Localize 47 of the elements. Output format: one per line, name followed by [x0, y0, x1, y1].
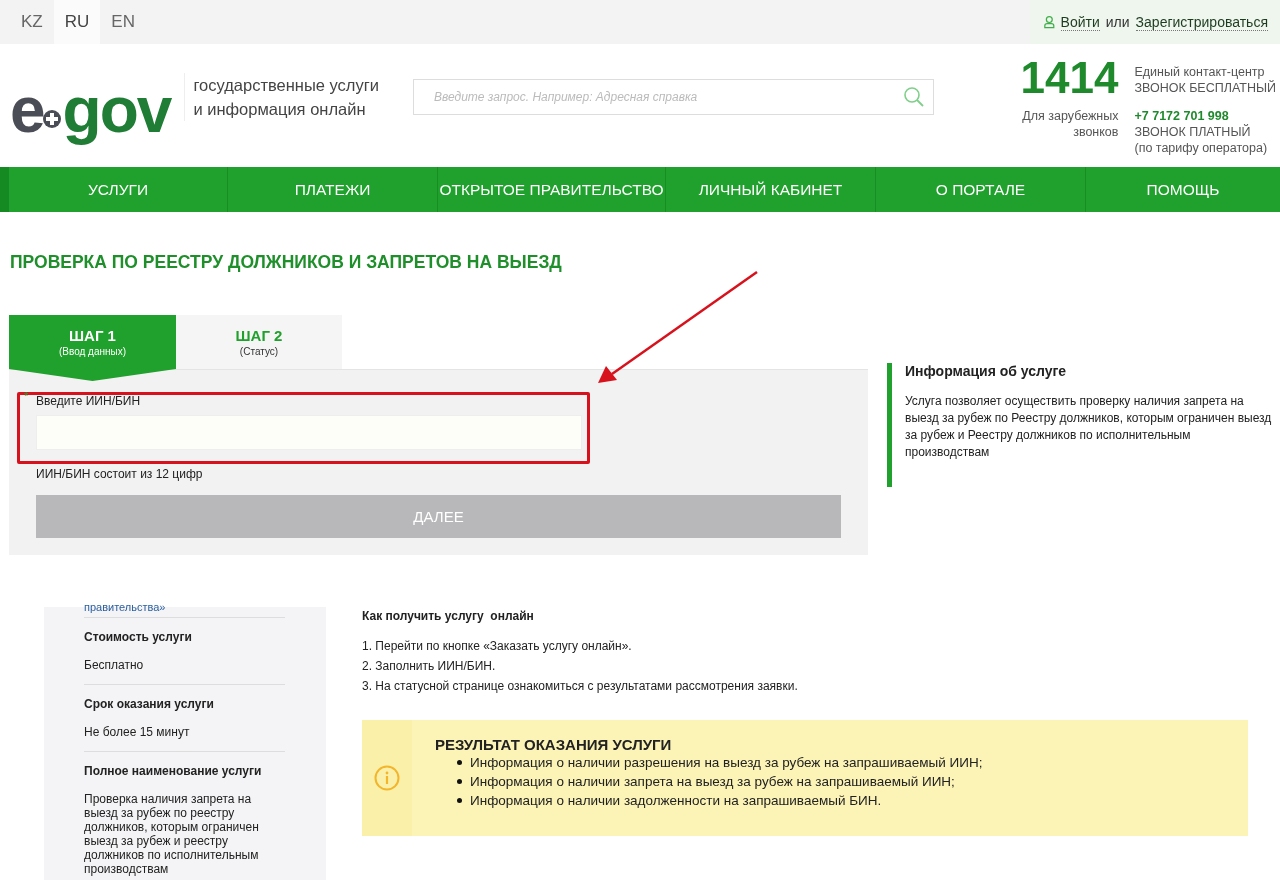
contact-note: ЗВОНОК БЕСПЛАТНЫЙ — [1134, 80, 1276, 96]
result-title: РЕЗУЛЬТАТ ОКАЗАНИЯ УСЛУГИ — [435, 736, 673, 753]
bullet-icon — [457, 760, 462, 765]
login-link[interactable]: Войти — [1060, 13, 1100, 31]
field-hint: ИИН/БИН состоит из 12 цифр — [36, 467, 204, 481]
nav-item[interactable]: О ПОРТАЛЕ — [875, 167, 1085, 212]
phone-tariff: (по тарифу оператора) — [1134, 140, 1269, 156]
nav-item[interactable]: ПОМОЩЬ — [1085, 167, 1280, 212]
result-item: Информация о наличии задолженности на запрашиваемый БИН. — [470, 792, 882, 810]
required-mark: * — [24, 390, 29, 402]
howto-title: Как получить услугу онлайн — [362, 609, 535, 623]
search-icon[interactable] — [903, 85, 925, 108]
info-icon — [374, 765, 400, 791]
language-tab[interactable]: RU — [53, 0, 101, 44]
howto-step: 1. Перейти по кнопке «Заказать услугу онлайн». — [362, 639, 1248, 653]
step-tab[interactable]: ШАГ 2 (Статус) — [176, 315, 342, 369]
section-text: Бесплатно — [84, 658, 145, 672]
tagline: и информация онлайн — [193, 98, 367, 120]
result-item: Информация о наличии запрета на выезд за рубеж на запрашиваемый ИИН; — [470, 773, 955, 791]
user-icon — [1044, 14, 1055, 30]
section-text: Проверка наличия запрета на выезд за рубеж по реестру должников, которым ограничен выезд за рубеж и реестру должников по исполнительным производствам — [84, 792, 260, 876]
phone-note: ЗВОНОК ПЛАТНЫЙ — [1134, 124, 1252, 140]
howto-step: 3. На статусной странице ознакомиться с результатами рассмотрения заявки. — [362, 679, 1248, 693]
page-title: ПРОВЕРКА ПО РЕЕСТРУ ДОЛЖНИКОВ И ЗАПРЕТОВ НА ВЫЕЗД — [10, 252, 563, 273]
search-bar[interactable]: Введите запрос. Например: Адресная справка — [413, 78, 934, 115]
abroad-label: Для зарубежных звонков — [1021, 108, 1119, 141]
phone-number: +7 7172 701 998 — [1134, 108, 1230, 124]
bullet-icon — [457, 798, 462, 803]
result-item: Информация о наличии разрешения на выезд за рубеж на запрашиваемый ИИН; — [470, 754, 983, 772]
section-title: Полное наименование услуги — [84, 764, 263, 778]
info-title: Информация об услуге — [905, 363, 1068, 379]
info-text: Услуга позволяет осуществить проверку наличия запрета на выезд за рубеж по Реестру должников, которым ограничен выезд за рубеж и Реестру должников по исполнительным производствам — [905, 393, 1273, 461]
nav-item[interactable]: ЛИЧНЫЙ КАБИНЕТ — [665, 167, 875, 212]
auth-separator: или — [1105, 14, 1130, 30]
tagline: государственные услуги — [193, 74, 379, 96]
nav-item[interactable]: УСЛУГИ — [9, 167, 227, 212]
bullet-icon — [457, 779, 462, 784]
section-title: Стоимость услуги — [84, 630, 193, 644]
register-link[interactable]: Зарегистрироваться — [1135, 13, 1268, 31]
sidebar-link[interactable]: правительства» — [84, 601, 285, 617]
nav-item[interactable]: ОТКРЫТОЕ ПРАВИТЕЛЬСТВО — [437, 167, 665, 212]
section-title: Срок оказания услуги — [84, 697, 215, 711]
contact-number: 1414 — [1019, 56, 1119, 100]
section-text: Не более 15 минут — [84, 725, 191, 739]
contact-label: Единый контакт-центр — [1134, 64, 1266, 80]
nav-item[interactable]: ПЛАТЕЖИ — [227, 167, 437, 212]
howto-step: 2. Заполнить ИИН/БИН. — [362, 659, 1248, 673]
